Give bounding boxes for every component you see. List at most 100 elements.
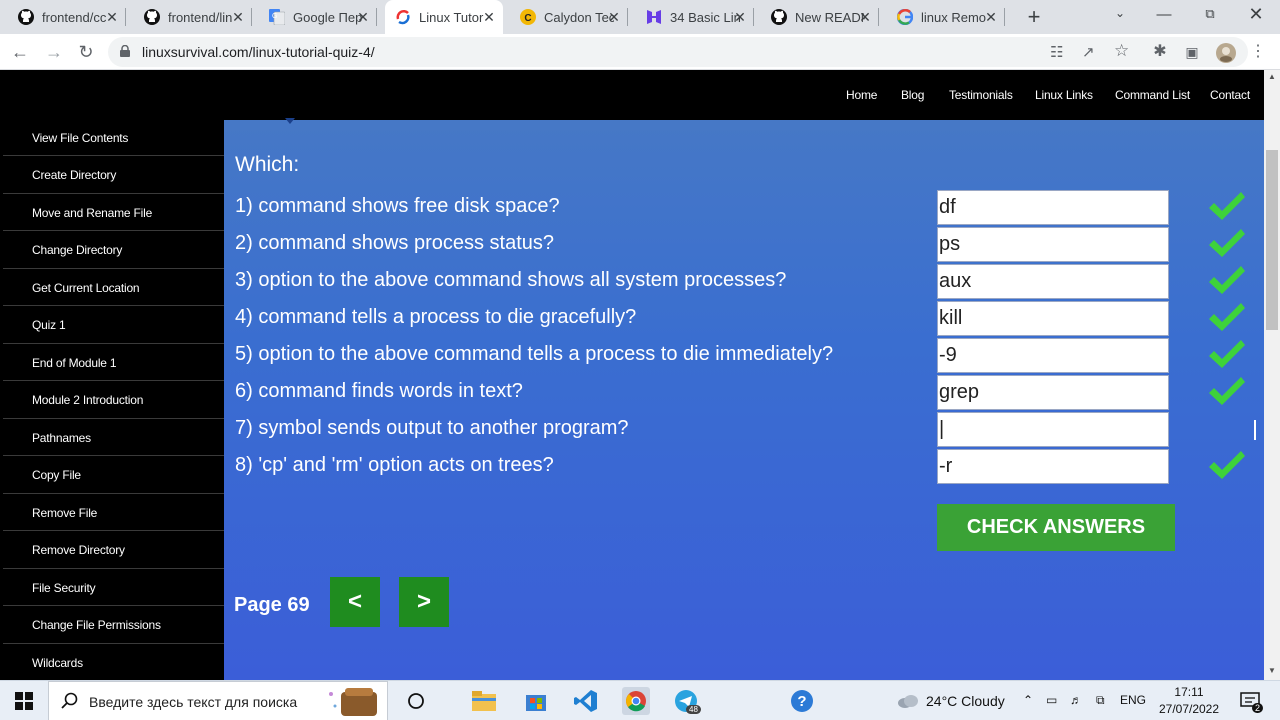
svg-text:C: C	[524, 13, 531, 24]
tab-separator	[251, 8, 252, 26]
nav-link-contact[interactable]: Contact	[1210, 88, 1250, 102]
wifi-icon[interactable]: ⧉	[1096, 693, 1105, 708]
tab-separator	[878, 8, 879, 26]
github-icon	[771, 9, 787, 25]
close-tab-icon[interactable]: ✕	[230, 9, 246, 26]
browser-tab[interactable]: C Calydon Tec ✕	[510, 0, 628, 34]
answer-input[interactable]: -9	[937, 338, 1169, 373]
share-icon[interactable]: ↗	[1082, 43, 1095, 61]
browser-tab[interactable]: Linux Tutor ✕	[385, 0, 503, 34]
nav-link-blog[interactable]: Blog	[901, 88, 924, 102]
new-tab-button[interactable]: +	[1022, 4, 1046, 30]
search-placeholder: Введите здесь текст для поиска	[89, 694, 298, 710]
sidebar-item-get-current-location[interactable]: Get Current Location	[3, 270, 224, 306]
close-tab-icon[interactable]: ✕	[857, 9, 873, 26]
system-clock[interactable]: 17:11 27/07/2022	[1152, 684, 1226, 718]
profile-avatar[interactable]	[1215, 42, 1236, 68]
microsoft-store-icon[interactable]	[522, 687, 550, 715]
forward-button[interactable]: →	[44, 42, 64, 62]
sidebar-item-change-file-permissions[interactable]: Change File Permissions	[3, 608, 224, 644]
answer-input[interactable]: aux	[937, 264, 1169, 299]
answer-input[interactable]: df	[937, 190, 1169, 225]
translate-icon[interactable]: ☷	[1050, 43, 1063, 61]
svg-text:?: ?	[797, 693, 806, 710]
answer-input[interactable]: |	[937, 412, 1169, 447]
sidebar-item-wildcards[interactable]: Wildcards	[3, 645, 224, 681]
sidebar-item-quiz-1[interactable]: Quiz 1	[3, 308, 224, 344]
file-explorer-icon[interactable]	[470, 687, 498, 715]
tab-title: New READM	[795, 9, 865, 25]
check-answers-button[interactable]: CHECK ANSWERS	[937, 504, 1175, 551]
correct-checkmark-icon	[1207, 226, 1247, 260]
sidebar-item-copy-file[interactable]: Copy File	[3, 458, 224, 494]
side-panel-icon[interactable]: ▣	[1182, 42, 1202, 62]
search-icon	[61, 692, 78, 709]
question-text: 1) command shows free disk space?	[235, 195, 560, 217]
answer-input[interactable]: -r	[937, 449, 1169, 484]
chrome-icon[interactable]	[622, 687, 650, 715]
close-tab-icon[interactable]: ✕	[983, 9, 999, 26]
battery-icon[interactable]: ▭	[1046, 693, 1057, 707]
tab-separator	[125, 8, 126, 26]
help-icon[interactable]: ?	[788, 687, 816, 715]
close-tab-icon[interactable]: ✕	[355, 9, 371, 26]
windows-start-icon[interactable]	[10, 687, 38, 715]
scroll-up-arrow-icon[interactable]: ▲	[1264, 72, 1280, 81]
sidebar-item-move-and-rename-file[interactable]: Move and Rename File	[3, 195, 224, 231]
sidebar-item-file-security[interactable]: File Security	[3, 570, 224, 606]
browser-tab[interactable]: frontend/cc ✕	[8, 0, 126, 34]
nav-link-command-list[interactable]: Command List	[1115, 88, 1190, 102]
telegram-icon[interactable]: 48	[672, 687, 701, 715]
close-tab-icon[interactable]: ✕	[732, 9, 748, 26]
prev-page-button[interactable]: <	[330, 577, 380, 627]
language-indicator[interactable]: ENG	[1120, 693, 1146, 707]
task-view-icon[interactable]	[402, 687, 430, 715]
close-window-button[interactable]: ✕	[1246, 4, 1266, 25]
sidebar-item-module-2-introduction[interactable]: Module 2 Introduction	[3, 383, 224, 419]
page-scrollbar[interactable]: ▲ ▼	[1264, 70, 1280, 680]
back-button[interactable]: ←	[10, 42, 30, 62]
reload-button[interactable]: ↻	[76, 42, 96, 62]
close-tab-icon[interactable]: ✕	[104, 9, 120, 26]
sidebar-item-end-of-module-1[interactable]: End of Module 1	[3, 345, 224, 381]
tab-search-icon[interactable]: ⌄	[1110, 6, 1130, 20]
nav-link-linux-links[interactable]: Linux Links	[1035, 88, 1093, 102]
weather-text[interactable]: 24°C Cloudy	[926, 693, 1005, 709]
scroll-down-arrow-icon[interactable]: ▼	[1264, 666, 1280, 675]
menu-kebab-icon[interactable]: ⋮	[1248, 42, 1268, 62]
extensions-icon[interactable]: ✱	[1150, 42, 1170, 62]
scrollbar-thumb[interactable]	[1266, 150, 1278, 330]
notification-center-icon[interactable]: 2	[1236, 687, 1264, 715]
browser-tab[interactable]: frontend/lin ✕	[134, 0, 252, 34]
address-bar[interactable]: linuxsurvival.com/linux-tutorial-quiz-4/…	[108, 37, 1248, 67]
taskbar-search-box[interactable]: Введите здесь текст для поиска	[48, 681, 388, 720]
close-tab-icon[interactable]: ✕	[606, 9, 622, 26]
answer-input[interactable]: ps	[937, 227, 1169, 262]
sidebar-item-remove-directory[interactable]: Remove Directory	[3, 533, 224, 569]
sidebar-item-pathnames[interactable]: Pathnames	[3, 420, 224, 456]
bookmark-star-icon[interactable]: ☆	[1114, 41, 1129, 61]
sidebar-item-view-file-contents[interactable]: View File Contents	[3, 120, 224, 156]
close-tab-icon[interactable]: ✕	[481, 9, 497, 26]
browser-tab[interactable]: 34 Basic Lin ✕	[636, 0, 754, 34]
nav-link-home[interactable]: Home	[846, 88, 877, 102]
sidebar-item-remove-file[interactable]: Remove File	[3, 495, 224, 531]
browser-tab[interactable]: New READM ✕	[761, 0, 879, 34]
answer-input[interactable]: kill	[937, 301, 1169, 336]
next-page-button[interactable]: >	[399, 577, 449, 627]
sidebar-item-create-directory[interactable]: Create Directory	[3, 158, 224, 194]
volume-icon[interactable]: ♬	[1070, 693, 1082, 707]
browser-tab[interactable]: G Google Пер ✕	[259, 0, 377, 34]
minimize-button[interactable]: —	[1154, 6, 1174, 23]
vscode-icon[interactable]	[572, 687, 600, 715]
tab-separator	[753, 8, 754, 26]
show-hidden-icons-icon[interactable]: ⌃	[1023, 693, 1033, 707]
nav-link-testimonials[interactable]: Testimonials	[949, 88, 1013, 102]
page-number: Page 69	[234, 594, 310, 616]
restore-button[interactable]: ⧉	[1200, 6, 1220, 22]
question-text: 4) command tells a process to die gracef…	[235, 306, 637, 328]
sidebar-item-change-directory[interactable]: Change Directory	[3, 233, 224, 269]
telegram-badge: 48	[686, 705, 701, 714]
answer-input[interactable]: grep	[937, 375, 1169, 410]
browser-tab[interactable]: linux Remo ✕	[887, 0, 1005, 34]
